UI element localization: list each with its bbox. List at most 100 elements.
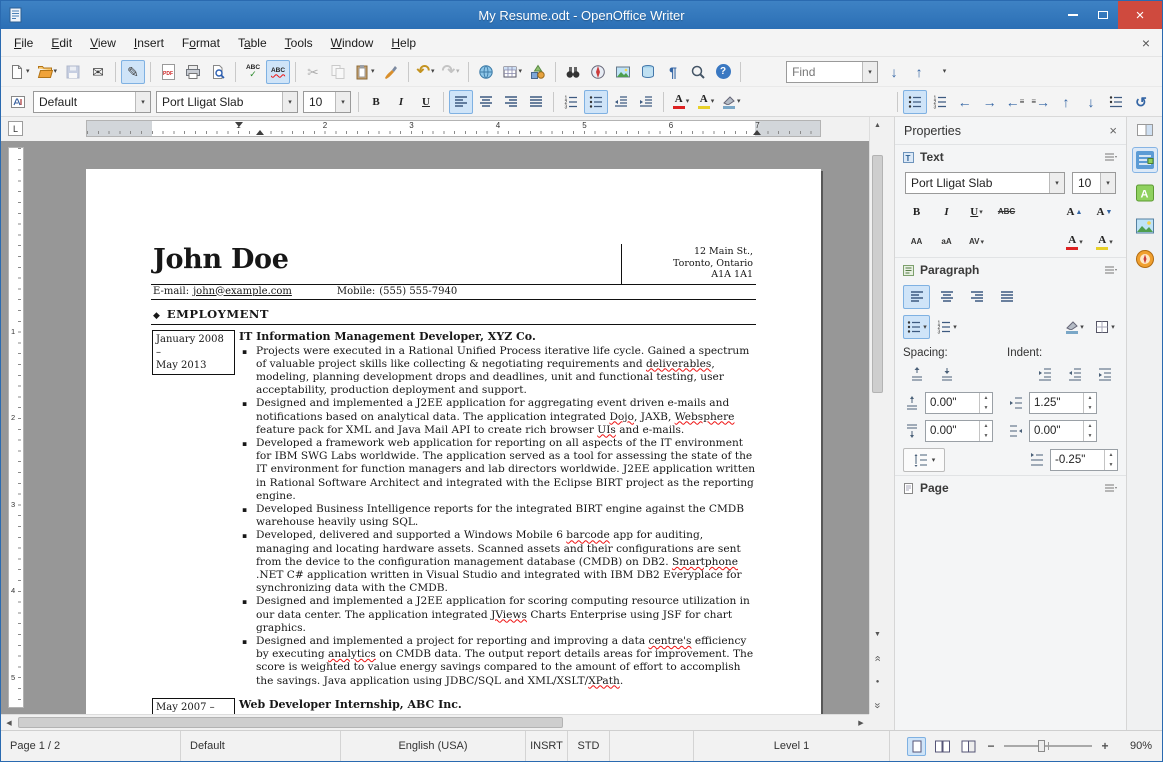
sidebar-highlight-dropdown[interactable]: A ▾ — [1091, 230, 1118, 254]
sidebar-font-size-combo[interactable]: 10 ▾ — [1072, 172, 1116, 194]
sidebar-tab-styles[interactable]: A — [1132, 180, 1158, 206]
sidebar-tab-gallery[interactable] — [1132, 213, 1158, 239]
combo-dropdown-icon[interactable]: ▾ — [282, 91, 297, 112]
paragraph-section-header[interactable]: Paragraph — [895, 257, 1126, 282]
demote-level-button[interactable]: → — [978, 90, 1002, 114]
autospellcheck-button[interactable]: ABC — [266, 59, 291, 84]
decrease-indent-button[interactable] — [609, 90, 633, 114]
move-down-button[interactable]: ↓ — [1079, 90, 1103, 114]
format-paintbrush-button[interactable] — [379, 60, 403, 84]
undo-button[interactable]: ↶ ▾ — [414, 60, 438, 84]
sidebar-bullets-dropdown[interactable]: ▾ — [903, 315, 930, 339]
find-input[interactable]: Find ▾ — [786, 60, 879, 83]
section-menu-icon[interactable] — [1104, 483, 1118, 493]
tab-type-selector[interactable]: L — [8, 121, 23, 136]
vertical-scrollbar[interactable]: ▲ ▼ « ● « — [869, 117, 885, 714]
italic-button[interactable]: I — [389, 90, 413, 114]
align-right-button[interactable] — [499, 90, 523, 114]
line-spacing-dropdown[interactable]: ▾ — [903, 448, 945, 472]
list-bullets-toggle-button[interactable] — [902, 89, 927, 114]
font-name-combo[interactable]: Port Lligat Slab ▾ — [156, 90, 298, 113]
save-button[interactable] — [61, 60, 85, 84]
close-document-icon[interactable]: × — [1142, 35, 1150, 51]
sidebar-align-left-button[interactable] — [903, 285, 930, 309]
sidebar-tab-navigator[interactable] — [1132, 246, 1158, 272]
sidebar-borders-dropdown[interactable]: ▾ — [1091, 315, 1118, 339]
spinner[interactable]: ▲ ▼ — [1083, 421, 1096, 441]
sidebar-grow-font-button[interactable]: A ▲ — [1061, 200, 1088, 224]
paragraph-style-combo[interactable]: Default ▾ — [33, 90, 151, 113]
sidebar-strikethrough-button[interactable]: ABC — [993, 200, 1020, 224]
menu-table[interactable]: Table — [229, 31, 276, 55]
zoom-slider[interactable] — [1004, 740, 1092, 752]
sidebar-font-name-combo[interactable]: Port Lligat Slab ▾ — [905, 172, 1065, 194]
data-sources-button[interactable] — [636, 60, 660, 84]
bullets-button[interactable] — [584, 89, 608, 114]
first-line-indent-marker[interactable] — [235, 122, 243, 127]
sidebar-increase-indent-button[interactable] — [1031, 362, 1058, 386]
background-color-button[interactable]: ▾ — [719, 90, 744, 114]
menu-tools[interactable]: Tools — [276, 31, 322, 55]
spinner[interactable]: ▲ ▼ — [1083, 393, 1096, 413]
zoom-button[interactable] — [686, 60, 710, 84]
navigation-button[interactable]: ● — [870, 674, 885, 690]
insert-table-button[interactable]: ▾ — [499, 60, 526, 84]
increase-indent-button[interactable] — [634, 90, 658, 114]
restart-numbering-button[interactable]: ↺ — [1129, 90, 1153, 114]
spellcheck-button[interactable]: ABC ✓ — [241, 60, 265, 84]
menu-view[interactable]: View — [81, 31, 125, 55]
document-page[interactable]: John Doe 12 Main St., Toronto, Ontario A… — [86, 169, 821, 714]
navigator-button[interactable] — [586, 60, 610, 84]
combo-dropdown-icon[interactable]: ▾ — [1100, 173, 1115, 193]
zoom-out-button[interactable]: − — [985, 739, 997, 753]
gallery-button[interactable] — [611, 60, 635, 84]
export-pdf-button[interactable]: PDF — [156, 60, 180, 84]
book-view-button[interactable] — [959, 737, 978, 756]
sidebar-tab-properties[interactable] — [1132, 147, 1158, 173]
horizontal-scroll-thumb[interactable] — [18, 717, 563, 728]
sidebar-character-spacing-dropdown[interactable]: AV ▾ — [963, 230, 990, 254]
maximize-button[interactable] — [1088, 1, 1118, 29]
sidebar-decrease-indent-button[interactable] — [1061, 362, 1088, 386]
close-button[interactable]: × — [1118, 1, 1162, 29]
nonprinting-characters-button[interactable]: ¶ — [661, 60, 685, 84]
styles-window-button[interactable] — [6, 90, 30, 114]
text-section-header[interactable]: T Text — [895, 144, 1126, 169]
toolbar-options-button[interactable]: ▾ — [932, 60, 956, 84]
redo-button[interactable]: ↷ ▾ — [439, 60, 463, 84]
vertical-scroll-thumb[interactable] — [872, 155, 883, 393]
statusbar-page[interactable]: Page 1 / 2 — [1, 731, 181, 761]
print-preview-button[interactable] — [206, 60, 230, 84]
paste-button[interactable]: ▾ — [351, 60, 378, 84]
copy-button[interactable] — [326, 60, 350, 84]
menu-edit[interactable]: Edit — [42, 31, 81, 55]
menu-format[interactable]: Format — [173, 31, 229, 55]
new-document-button[interactable]: ▾ — [6, 60, 33, 84]
font-color-button[interactable]: A ▾ — [669, 90, 693, 114]
page-section-header[interactable]: Page — [895, 475, 1126, 500]
align-justify-button[interactable] — [524, 90, 548, 114]
underline-button[interactable]: U — [414, 90, 438, 114]
statusbar-signature[interactable] — [610, 731, 694, 761]
spacing-above-field[interactable]: 0.00" ▲ ▼ — [925, 392, 993, 414]
list-numbering-toggle-button[interactable]: 123 — [928, 90, 952, 114]
sidebar-lowercase-button[interactable]: aA — [933, 230, 960, 254]
sidebar-numbering-dropdown[interactable]: 1 2 3 ▾ — [933, 315, 960, 339]
statusbar-selection-mode[interactable]: STD — [568, 731, 610, 761]
menu-window[interactable]: Window — [322, 31, 383, 55]
statusbar-insert-mode[interactable]: INSRT — [526, 731, 568, 761]
promote-with-subpoints-button[interactable]: ← ≡ — [1003, 90, 1028, 114]
section-menu-icon[interactable] — [1104, 265, 1118, 275]
menu-help[interactable]: Help — [382, 31, 425, 55]
document-area[interactable]: 1 2 3 4 5 John Doe 12 Main St., Toronto, Ont… — [1, 141, 869, 714]
zoom-in-button[interactable]: + — [1099, 739, 1111, 753]
scroll-right-button[interactable]: ▶ — [853, 715, 869, 730]
left-indent-marker[interactable] — [256, 130, 264, 135]
print-button[interactable] — [181, 60, 205, 84]
scroll-down-button[interactable]: ▼ — [870, 626, 885, 642]
find-replace-button[interactable] — [561, 60, 585, 84]
sidebar-italic-button[interactable]: I — [933, 200, 960, 224]
bold-button[interactable]: B — [364, 90, 388, 114]
zoom-slider-thumb[interactable] — [1038, 740, 1045, 752]
highlighting-button[interactable]: A ▾ — [694, 90, 718, 114]
